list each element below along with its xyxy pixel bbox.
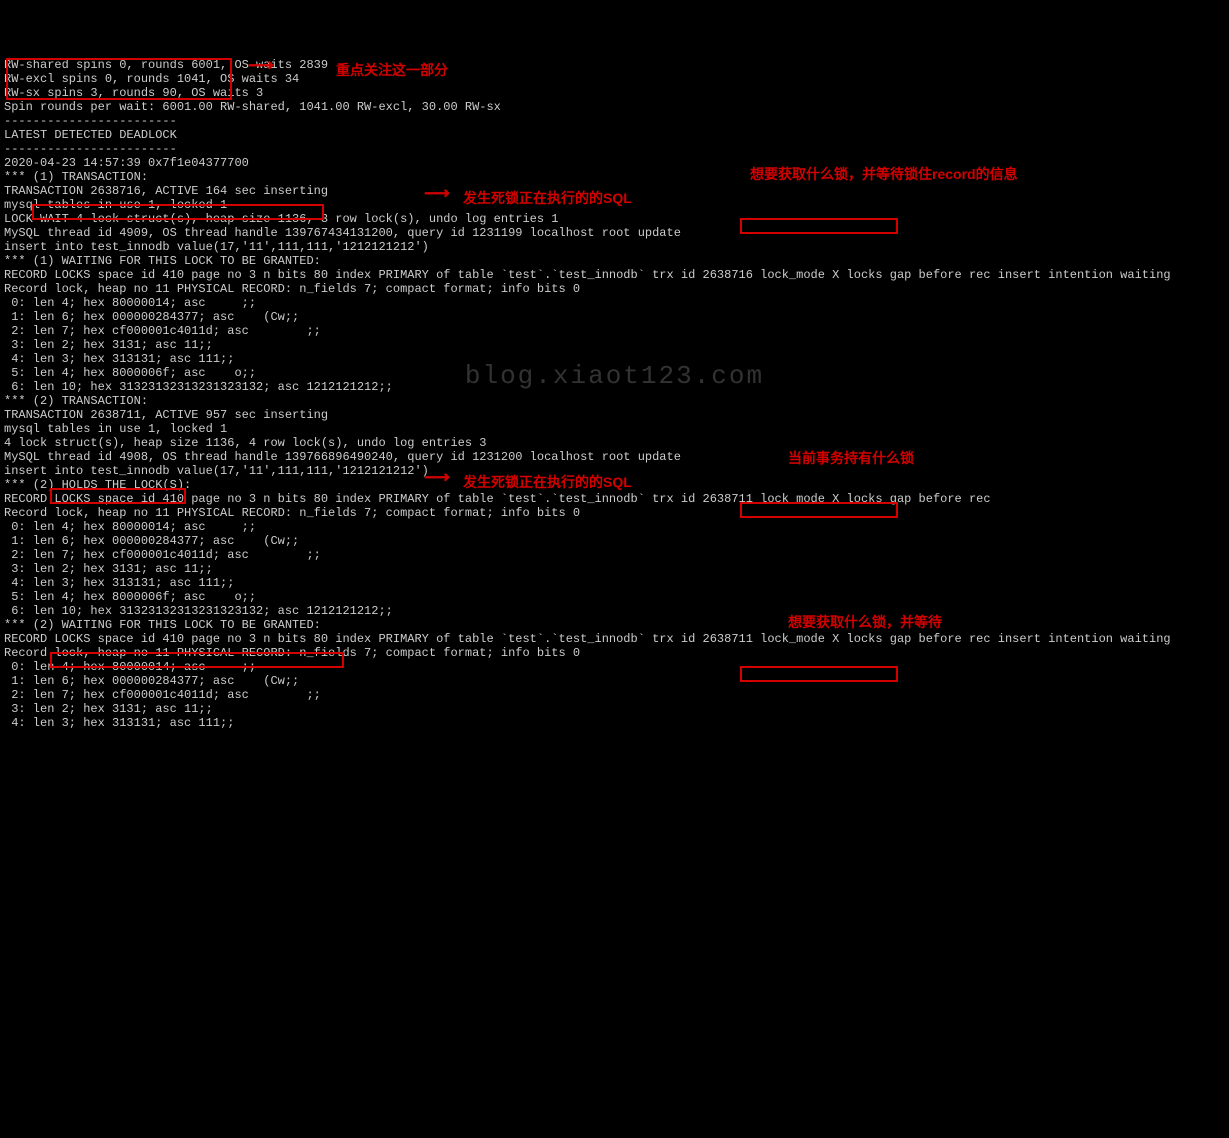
terminal-line: 4: len 3; hex 313131; asc 111;;: [4, 576, 1225, 590]
terminal-line: 4 lock struct(s), heap size 1136, 4 row …: [4, 436, 1225, 450]
terminal-line: RW-sx spins 3, rounds 90, OS waits 3: [4, 86, 1225, 100]
terminal-line: LOCK WAIT 4 lock struct(s), heap size 11…: [4, 212, 1225, 226]
terminal-line: 1: len 6; hex 000000284377; asc (Cw;;: [4, 534, 1225, 548]
terminal-line: ------------------------: [4, 114, 1225, 128]
terminal-line: RW-excl spins 0, rounds 1041, OS waits 3…: [4, 72, 1225, 86]
annotation-deadlock-sql-2: 发生死锁正在执行的的SQL: [463, 475, 632, 489]
terminal-line: 0: len 4; hex 80000014; asc ;;: [4, 296, 1225, 310]
terminal-line: RECORD LOCKS space id 410 page no 3 n bi…: [4, 492, 1225, 506]
terminal-line: Record lock, heap no 11 PHYSICAL RECORD:…: [4, 506, 1225, 520]
arrow-icon: ⟶: [248, 60, 274, 74]
terminal-line: MySQL thread id 4909, OS thread handle 1…: [4, 226, 1225, 240]
terminal-line: 5: len 4; hex 8000006f; asc o;;: [4, 590, 1225, 604]
annotation-current-holds: 当前事务持有什么锁: [788, 451, 914, 465]
terminal-line: 0: len 4; hex 80000014; asc ;;: [4, 520, 1225, 534]
terminal-line: TRANSACTION 2638711, ACTIVE 957 sec inse…: [4, 408, 1225, 422]
terminal-line: 5: len 4; hex 8000006f; asc o;;: [4, 366, 1225, 380]
terminal-line: mysql tables in use 1, locked 1: [4, 422, 1225, 436]
terminal-line: ------------------------: [4, 142, 1225, 156]
terminal-line: *** (2) TRANSACTION:: [4, 394, 1225, 408]
terminal-line: 2: len 7; hex cf000001c4011d; asc ;;: [4, 324, 1225, 338]
terminal-line: *** (1) TRANSACTION:: [4, 170, 1225, 184]
terminal-line: RECORD LOCKS space id 410 page no 3 n bi…: [4, 632, 1225, 646]
terminal-line: insert into test_innodb value(17,'11',11…: [4, 240, 1225, 254]
terminal-line: Record lock, heap no 11 PHYSICAL RECORD:…: [4, 646, 1225, 660]
arrow-icon: ⟶: [424, 472, 450, 486]
terminal-line: 3: len 2; hex 3131; asc 11;;: [4, 338, 1225, 352]
annotation-focus-section: 重点关注这一部分: [336, 63, 448, 77]
terminal-line: 6: len 10; hex 31323132313231323132; asc…: [4, 380, 1225, 394]
terminal-output: RW-shared spins 0, rounds 6001, OS waits…: [0, 56, 1229, 732]
terminal-line: 4: len 3; hex 313131; asc 111;;: [4, 352, 1225, 366]
terminal-line: 6: len 10; hex 31323132313231323132; asc…: [4, 604, 1225, 618]
terminal-line: RECORD LOCKS space id 410 page no 3 n bi…: [4, 268, 1225, 282]
terminal-line: 3: len 2; hex 3131; asc 11;;: [4, 562, 1225, 576]
arrow-icon: ⟶: [424, 188, 450, 202]
terminal-line: *** (1) WAITING FOR THIS LOCK TO BE GRAN…: [4, 254, 1225, 268]
terminal-line: 3: len 2; hex 3131; asc 11;;: [4, 702, 1225, 716]
terminal-line: 0: len 4; hex 80000014; asc ;;: [4, 660, 1225, 674]
terminal-line: MySQL thread id 4908, OS thread handle 1…: [4, 450, 1225, 464]
annotation-want-lock-wait: 想要获取什么锁，并等待: [788, 615, 942, 629]
terminal-line: LATEST DETECTED DEADLOCK: [4, 128, 1225, 142]
terminal-line: 2: len 7; hex cf000001c4011d; asc ;;: [4, 688, 1225, 702]
terminal-line: 1: len 6; hex 000000284377; asc (Cw;;: [4, 674, 1225, 688]
terminal-line: *** (2) WAITING FOR THIS LOCK TO BE GRAN…: [4, 618, 1225, 632]
terminal-line: Record lock, heap no 11 PHYSICAL RECORD:…: [4, 282, 1225, 296]
annotation-want-lock-record: 想要获取什么锁，并等待锁住record的信息: [750, 167, 1018, 181]
terminal-line: RW-shared spins 0, rounds 6001, OS waits…: [4, 58, 1225, 72]
terminal-line: 2020-04-23 14:57:39 0x7f1e04377700: [4, 156, 1225, 170]
annotation-deadlock-sql-1: 发生死锁正在执行的的SQL: [463, 191, 632, 205]
terminal-line: 1: len 6; hex 000000284377; asc (Cw;;: [4, 310, 1225, 324]
terminal-line: 2: len 7; hex cf000001c4011d; asc ;;: [4, 548, 1225, 562]
terminal-line: Spin rounds per wait: 6001.00 RW-shared,…: [4, 100, 1225, 114]
terminal-line: 4: len 3; hex 313131; asc 111;;: [4, 716, 1225, 730]
